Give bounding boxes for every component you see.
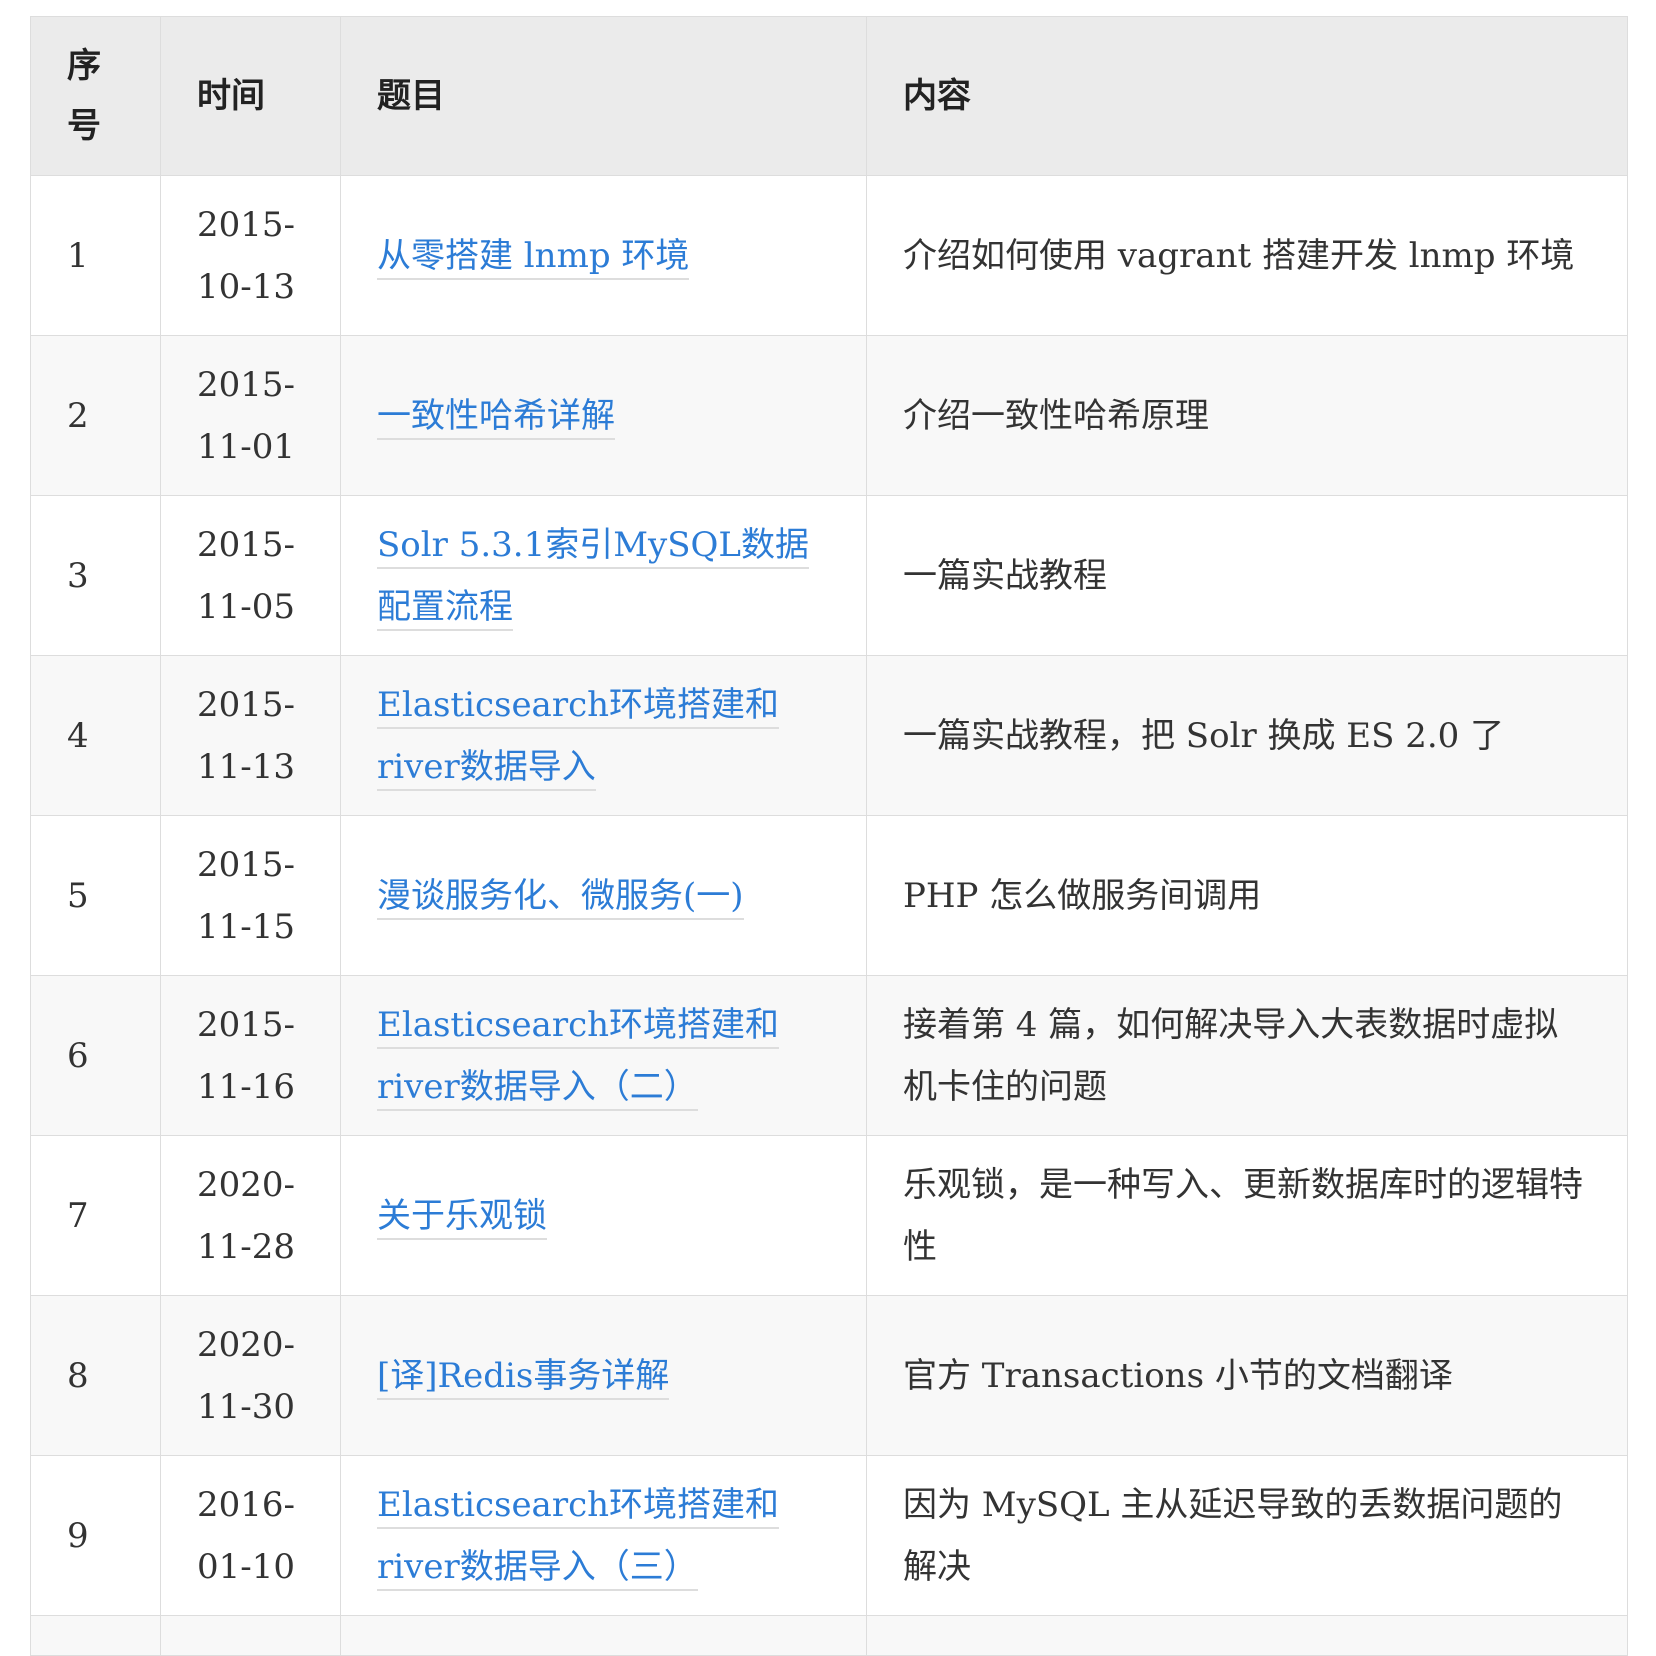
row-num: 7: [30, 1135, 161, 1296]
articles-table-container: 序号 时间 题目 内容 1 2015-10-13 从零搭建 lnmp 环境 介绍…: [30, 16, 1628, 1656]
table-row: 1 2015-10-13 从零搭建 lnmp 环境 介绍如何使用 vagrant…: [30, 175, 1628, 336]
row-content: 接着第 4 篇，如何解决导入大表数据时虚拟机卡住的问题: [866, 975, 1628, 1136]
row-title-cell: Elasticsearch环境搭建和river数据导入（二）: [340, 975, 867, 1136]
articles-table: 序号 时间 题目 内容 1 2015-10-13 从零搭建 lnmp 环境 介绍…: [30, 16, 1628, 1656]
article-link[interactable]: Elasticsearch环境搭建和river数据导入: [377, 684, 780, 791]
table-row: 9 2016-01-10 Elasticsearch环境搭建和river数据导入…: [30, 1455, 1628, 1616]
article-link[interactable]: Elasticsearch环境搭建和river数据导入（三）: [377, 1484, 780, 1591]
row-title-cell: 关于乐观锁: [340, 1135, 867, 1296]
article-link[interactable]: Elasticsearch环境搭建和river数据导入（二）: [377, 1004, 780, 1111]
row-title-cell: 一致性哈希详解: [340, 335, 867, 496]
header-date: 时间: [160, 16, 341, 176]
row-title-cell: [译]Redis事务详解: [340, 1295, 867, 1456]
row-date: 2015-11-01: [160, 335, 341, 496]
row-date: 2016-01-10: [160, 1455, 341, 1616]
row-num: 5: [30, 815, 161, 976]
row-content: 一篇实战教程，把 Solr 换成 ES 2.0 了: [866, 655, 1628, 816]
header-content: 内容: [866, 16, 1628, 176]
article-link[interactable]: 一致性哈希详解: [377, 395, 615, 440]
row-date: 2020-11-28: [160, 1135, 341, 1296]
row-content: 官方 Transactions 小节的文档翻译: [866, 1295, 1628, 1456]
table-row: 5 2015-11-15 漫谈服务化、微服务(一) PHP 怎么做服务间调用: [30, 815, 1628, 976]
row-num: 1: [30, 175, 161, 336]
row-content: 介绍一致性哈希原理: [866, 335, 1628, 496]
article-link[interactable]: Solr 5.3.1索引MySQL数据配置流程: [377, 524, 809, 631]
row-date: 2015-11-05: [160, 495, 341, 656]
article-link[interactable]: 漫谈服务化、微服务(一): [377, 875, 744, 920]
row-num: 4: [30, 655, 161, 816]
header-num: 序号: [30, 16, 161, 176]
table-row: 3 2015-11-05 Solr 5.3.1索引MySQL数据配置流程 一篇实…: [30, 495, 1628, 656]
row-num: 6: [30, 975, 161, 1136]
row-content: 乐观锁，是一种写入、更新数据库时的逻辑特性: [866, 1135, 1628, 1296]
row-num: 8: [30, 1295, 161, 1456]
row-date: 2020-11-30: [160, 1295, 341, 1456]
row-title-cell: Solr 5.3.1索引MySQL数据配置流程: [340, 495, 867, 656]
article-link[interactable]: 关于乐观锁: [377, 1195, 547, 1240]
header-num-label: 序号: [67, 46, 101, 146]
row-num: 9: [30, 1455, 161, 1616]
table-row: 7 2020-11-28 关于乐观锁 乐观锁，是一种写入、更新数据库时的逻辑特性: [30, 1135, 1628, 1296]
row-content: 介绍如何使用 vagrant 搭建开发 lnmp 环境: [866, 175, 1628, 336]
row-num: 3: [30, 495, 161, 656]
row-title-cell: 漫谈服务化、微服务(一): [340, 815, 867, 976]
row-date: 2015-10-13: [160, 175, 341, 336]
row-date: 2015-11-15: [160, 815, 341, 976]
row-title-cell: Elasticsearch环境搭建和river数据导入: [340, 655, 867, 816]
row-date: 2015-11-16: [160, 975, 341, 1136]
article-link[interactable]: 从零搭建 lnmp 环境: [377, 235, 690, 280]
row-date: 2015-11-13: [160, 655, 341, 816]
header-title: 题目: [340, 16, 867, 176]
table-row: 2 2015-11-01 一致性哈希详解 介绍一致性哈希原理: [30, 335, 1628, 496]
table-header-row: 序号 时间 题目 内容: [30, 16, 1628, 176]
table-row: 8 2020-11-30 [译]Redis事务详解 官方 Transaction…: [30, 1295, 1628, 1456]
row-title-cell: Elasticsearch环境搭建和river数据导入（三）: [340, 1455, 867, 1616]
row-content: 因为 MySQL 主从延迟导致的丢数据问题的解决: [866, 1455, 1628, 1616]
row-content: PHP 怎么做服务间调用: [866, 815, 1628, 976]
table-row: 6 2015-11-16 Elasticsearch环境搭建和river数据导入…: [30, 975, 1628, 1136]
row-title-cell: 从零搭建 lnmp 环境: [340, 175, 867, 336]
row-content: 一篇实战教程: [866, 495, 1628, 656]
article-link[interactable]: [译]Redis事务详解: [377, 1355, 670, 1400]
row-num: 2: [30, 335, 161, 496]
table-row: 4 2015-11-13 Elasticsearch环境搭建和river数据导入…: [30, 655, 1628, 816]
